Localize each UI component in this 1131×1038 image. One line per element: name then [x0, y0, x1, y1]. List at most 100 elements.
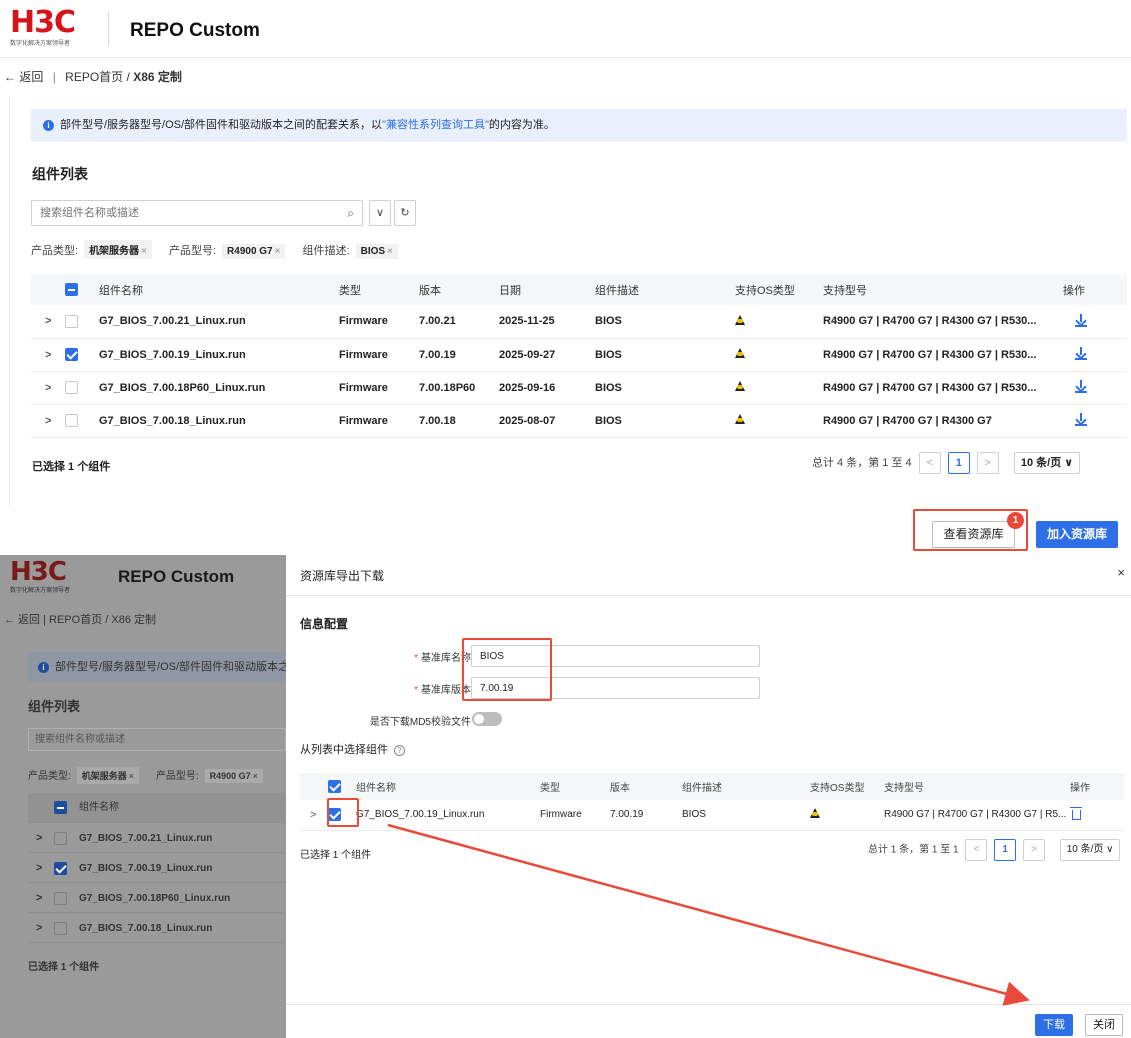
cell-type: Firmware	[339, 338, 419, 372]
filter-label-product-type: 产品类型:	[31, 245, 79, 257]
cell-name: G7_BIOS_7.00.18_Linux.run	[99, 404, 339, 438]
breadcrumb-separator: |	[52, 70, 56, 84]
page-size-select[interactable]: 10 条/页 ∨	[1013, 452, 1081, 474]
breadcrumb-slash: /	[126, 70, 130, 84]
view-repo-button[interactable]: 查看资源库	[932, 521, 1015, 548]
download-icon[interactable]	[1075, 313, 1087, 327]
cell-desc: BIOS	[595, 371, 735, 405]
section-title: 组件列表	[32, 166, 88, 182]
component-table: 组件名称 类型 版本 日期 组件描述 支持OS类型 支持型号 操作 > G7_B…	[31, 274, 1127, 438]
filter-tag-product-type[interactable]: 机架服务器 ×	[84, 240, 152, 259]
cell-version: 7.00.18	[419, 404, 499, 438]
banner-text-end: 的内容为准。	[488, 119, 555, 131]
cell-version: 7.00.18P60	[419, 371, 499, 405]
cell-desc: BIOS	[595, 404, 735, 438]
filter-tags: 产品类型: 机架服务器 × 产品型号: R4900 G7 × 组件描述: BIOS ×	[31, 240, 412, 259]
pagination-summary: 总计 4 条，第 1 至 4	[812, 456, 912, 469]
compat-tool-link[interactable]: "兼容性系列查询工具"	[382, 119, 489, 131]
cell-models: R4900 G7 | R4700 G7 | R4300 G7 | R530...	[823, 338, 1063, 372]
col-desc[interactable]: 组件描述	[595, 274, 735, 305]
linux-icon	[735, 381, 745, 391]
h3c-logo: H3C 数字化解决方案领导者	[10, 8, 76, 48]
expand-icon[interactable]: >	[45, 349, 51, 361]
breadcrumb-current: X86 定制	[133, 70, 182, 84]
cell-version: 7.00.21	[419, 305, 499, 339]
app-title: REPO Custom	[130, 20, 260, 41]
info-icon: i	[43, 119, 54, 131]
col-models[interactable]: 支持型号	[823, 274, 1063, 305]
expand-icon[interactable]: >	[45, 415, 51, 427]
table-row[interactable]: > G7_BIOS_7.00.18_Linux.run Firmware 7.0…	[31, 404, 1127, 438]
prev-page-button[interactable]: <	[918, 452, 941, 474]
close-icon[interactable]: ×	[275, 246, 281, 257]
search-input[interactable]	[32, 201, 322, 225]
filter-tag-product-model[interactable]: R4900 G7 ×	[222, 244, 286, 259]
header-divider	[108, 12, 109, 46]
download-icon[interactable]	[1075, 380, 1087, 393]
search-icon[interactable]: ⌕	[347, 206, 354, 221]
cell-type: Firmware	[339, 371, 419, 405]
cell-type: Firmware	[339, 305, 419, 339]
filter-label-product-model: 产品型号:	[168, 245, 217, 257]
add-repo-button[interactable]: 加入资源库	[1036, 521, 1118, 548]
breadcrumb: ← 返回 | REPO首页 / X86 定制	[4, 68, 182, 85]
filter-tag-desc[interactable]: BIOS ×	[355, 244, 398, 259]
select-all-checkbox[interactable]	[65, 283, 78, 296]
cell-models: R4900 G7 | R4700 G7 | R4300 G7 | R530...	[823, 371, 1063, 405]
table-row[interactable]: > G7_BIOS_7.00.19_Linux.run Firmware 7.0…	[31, 338, 1127, 372]
pagination: 总计 4 条，第 1 至 4 < 1 > 10 条/页 ∨	[812, 452, 1081, 474]
logo-tagline: 数字化解决方案领导者	[10, 41, 71, 47]
row-checkbox[interactable]	[65, 314, 78, 328]
cell-name: G7_BIOS_7.00.19_Linux.run	[99, 338, 339, 372]
close-icon[interactable]: ×	[387, 246, 393, 257]
cell-models: R4900 G7 | R4700 G7 | R4300 G7	[823, 404, 1063, 438]
table-row[interactable]: > G7_BIOS_7.00.18P60_Linux.run Firmware …	[31, 371, 1127, 405]
page-number[interactable]: 1	[947, 452, 970, 474]
main-content: i 部件型号/服务器型号/OS/部件固件和驱动版本之间的配套关系，以"兼容性系列查…	[9, 96, 1127, 508]
row-checkbox[interactable]	[65, 381, 78, 394]
expand-icon[interactable]: >	[45, 382, 51, 394]
close-icon[interactable]: ×	[141, 246, 147, 257]
annotation-arrow	[387, 823, 1030, 1006]
refresh-icon: ↻	[400, 207, 410, 219]
cell-date: 2025-11-25	[499, 305, 595, 339]
search-box: ⌕	[31, 200, 363, 226]
cell-type: Firmware	[339, 404, 419, 438]
cell-date: 2025-09-27	[499, 338, 595, 372]
filter-value: BIOS	[360, 246, 386, 257]
expand-icon[interactable]: >	[45, 315, 51, 327]
filter-value: R4900 G7	[227, 246, 273, 257]
download-icon[interactable]	[1075, 347, 1087, 360]
col-type[interactable]: 类型	[339, 274, 419, 305]
dropdown-toggle-button[interactable]: ∨	[369, 200, 391, 226]
filter-label-desc: 组件描述:	[302, 245, 350, 257]
col-actions: 操作	[1063, 274, 1127, 305]
col-date[interactable]: 日期	[499, 274, 595, 305]
back-link[interactable]: ← 返回	[4, 70, 43, 84]
download-icon[interactable]	[1075, 413, 1087, 426]
cell-date: 2025-08-07	[499, 404, 595, 438]
cell-date: 2025-09-16	[499, 371, 595, 405]
next-page-button[interactable]: >	[976, 452, 999, 474]
chevron-down-icon: ∨	[375, 207, 385, 219]
col-os[interactable]: 支持OS类型	[735, 274, 823, 305]
cell-name: G7_BIOS_7.00.18P60_Linux.run	[99, 371, 339, 405]
breadcrumb-home[interactable]: REPO首页	[65, 70, 123, 84]
linux-icon	[735, 314, 745, 325]
row-checkbox[interactable]	[65, 348, 78, 361]
refresh-button[interactable]: ↻	[394, 200, 416, 226]
row-checkbox[interactable]	[65, 414, 78, 427]
repo-export-screen: H3C 数字化解决方案领导者 REPO Custom ← 返回 | REPO首页…	[0, 555, 1131, 1038]
cell-desc: BIOS	[595, 305, 735, 339]
banner-text: 部件型号/服务器型号/OS/部件固件和驱动版本之间的配套关系，以	[60, 119, 383, 131]
cell-name: G7_BIOS_7.00.21_Linux.run	[99, 305, 339, 339]
cell-version: 7.00.19	[419, 338, 499, 372]
step-badge: 1	[1007, 512, 1024, 529]
linux-icon	[735, 414, 745, 424]
table-row[interactable]: > G7_BIOS_7.00.21_Linux.run Firmware 7.0…	[31, 305, 1127, 339]
cell-desc: BIOS	[595, 338, 735, 372]
col-version[interactable]: 版本	[419, 274, 499, 305]
cell-models: R4900 G7 | R4700 G7 | R4300 G7 | R530...	[823, 305, 1063, 339]
col-name[interactable]: 组件名称	[99, 274, 339, 305]
info-banner: i 部件型号/服务器型号/OS/部件固件和驱动版本之间的配套关系，以"兼容性系列查…	[31, 109, 1127, 142]
